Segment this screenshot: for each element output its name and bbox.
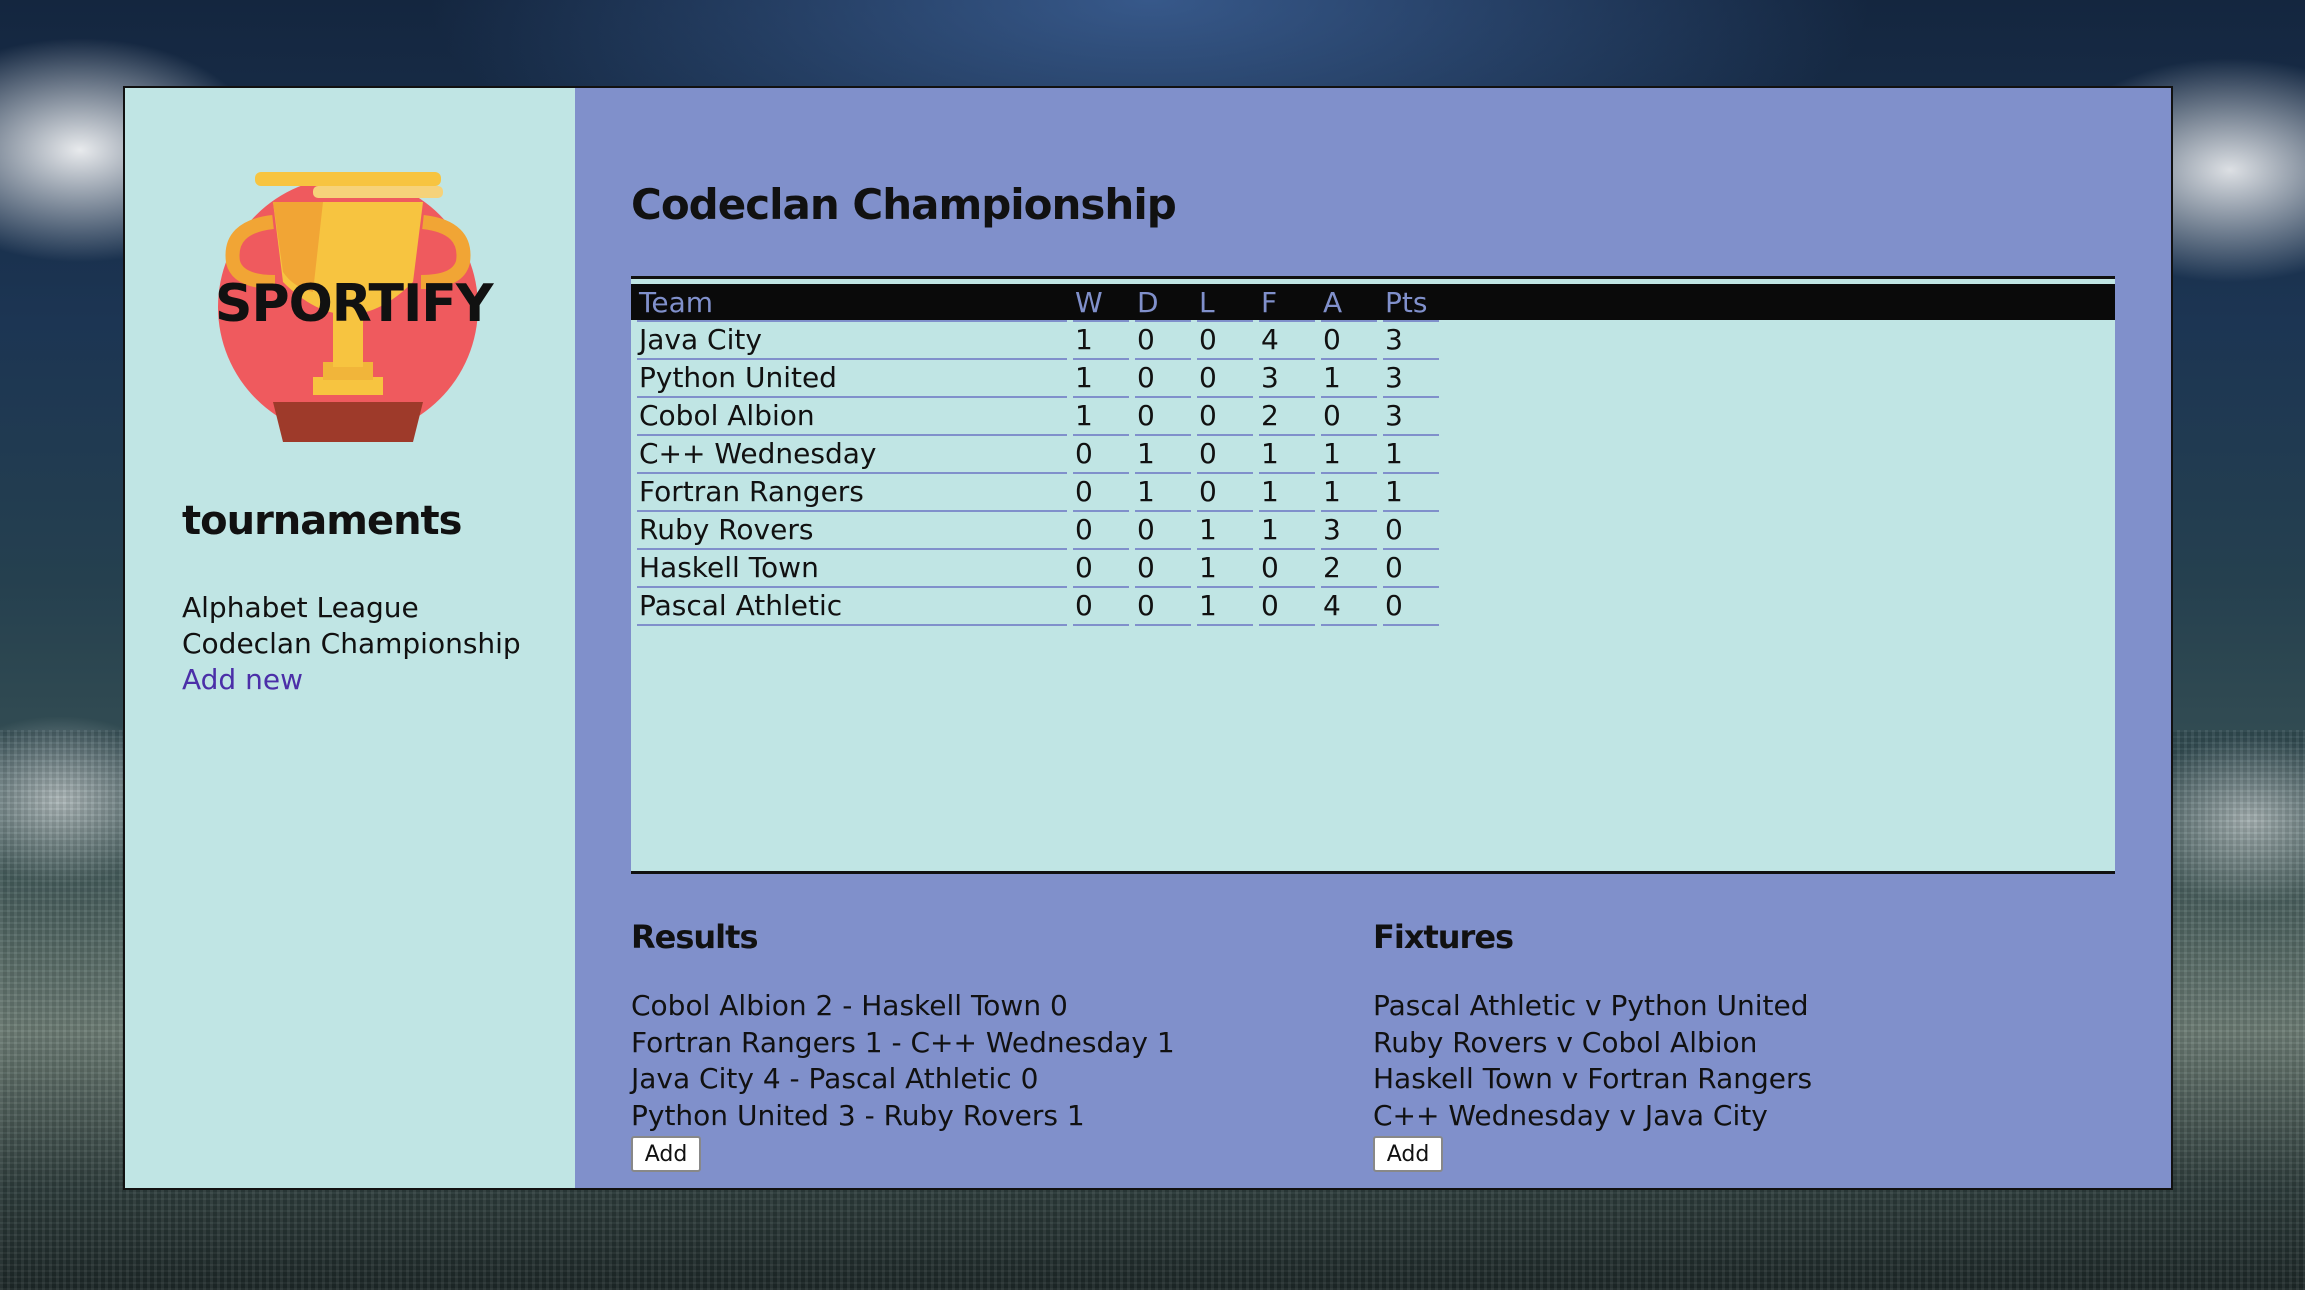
league-table: Team W D L F A Pts Java City 1 0 0 4 0 3… (631, 284, 1445, 626)
wins-cell: 0 (1073, 550, 1129, 588)
points-cell: 3 (1383, 360, 1439, 398)
team-name-cell: Ruby Rovers (637, 512, 1067, 550)
goals-for-cell: 1 (1259, 436, 1315, 474)
column-header-pts: Pts (1383, 284, 1439, 322)
table-row: Pascal Athletic 0 0 1 0 4 0 (637, 588, 1439, 626)
team-name-cell: Cobol Albion (637, 398, 1067, 436)
add-new-tournament-link[interactable]: Add new (182, 662, 521, 698)
draws-cell: 0 (1135, 398, 1191, 436)
goals-against-cell: 1 (1321, 436, 1377, 474)
team-name-cell: Fortran Rangers (637, 474, 1067, 512)
column-header-team: Team (637, 284, 1067, 322)
draws-cell: 0 (1135, 322, 1191, 360)
goals-for-cell: 0 (1259, 550, 1315, 588)
team-name-cell: Haskell Town (637, 550, 1067, 588)
losses-cell: 0 (1197, 322, 1253, 360)
page-title: Codeclan Championship (631, 180, 1177, 229)
goals-against-cell: 0 (1321, 398, 1377, 436)
losses-cell: 0 (1197, 436, 1253, 474)
fixtures-title: Fixtures (1373, 918, 1514, 956)
column-header-w: W (1073, 284, 1129, 322)
main-content: Codeclan Championship Team W D L F A Pts (575, 88, 2171, 1188)
losses-cell: 1 (1197, 588, 1253, 626)
losses-cell: 0 (1197, 360, 1253, 398)
fixture-item: Pascal Athletic v Python United (1373, 989, 1809, 1022)
fixture-item: Ruby Rovers v Cobol Albion (1373, 1025, 1758, 1059)
fixtures-list: Pascal Athletic v Python United Ruby Rov… (1373, 988, 1812, 1134)
add-fixture-button[interactable]: Add (1373, 1136, 1443, 1172)
league-table-panel: Team W D L F A Pts Java City 1 0 0 4 0 3… (631, 276, 2115, 874)
points-cell: 3 (1383, 322, 1439, 360)
losses-cell: 1 (1197, 550, 1253, 588)
draws-cell: 0 (1135, 360, 1191, 398)
points-cell: 0 (1383, 588, 1439, 626)
wins-cell: 0 (1073, 436, 1129, 474)
losses-cell: 0 (1197, 474, 1253, 512)
points-cell: 0 (1383, 550, 1439, 588)
points-cell: 0 (1383, 512, 1439, 550)
losses-cell: 1 (1197, 512, 1253, 550)
tournament-list: Alphabet League Codeclan Championship Ad… (182, 590, 521, 698)
goals-against-cell: 2 (1321, 550, 1377, 588)
column-header-f: F (1259, 284, 1315, 322)
wins-cell: 0 (1073, 588, 1129, 626)
result-item: Python United 3 - Ruby Rovers 1 (631, 1098, 1085, 1132)
result-item: Fortran Rangers 1 - C++ Wednesday 1 (631, 1025, 1175, 1059)
column-header-l: L (1197, 284, 1253, 322)
goals-against-cell: 3 (1321, 512, 1377, 550)
wins-cell: 1 (1073, 398, 1129, 436)
fixture-item: Haskell Town v Fortran Rangers (1373, 1062, 1813, 1095)
losses-cell: 0 (1197, 398, 1253, 436)
draws-cell: 1 (1135, 436, 1191, 474)
column-header-d: D (1135, 284, 1191, 322)
draws-cell: 0 (1135, 512, 1191, 550)
result-item: Java City 4 - Pascal Athletic 0 (631, 1062, 1039, 1095)
goals-against-cell: 1 (1321, 360, 1377, 398)
tournaments-heading: tournaments (182, 498, 462, 544)
table-row: Cobol Albion 1 0 0 2 0 3 (637, 398, 1439, 436)
table-row: Python United 1 0 0 3 1 3 (637, 360, 1439, 398)
sidebar: SPORTIFY tournaments Alphabet League Cod… (125, 88, 575, 1188)
wins-cell: 1 (1073, 360, 1129, 398)
goals-against-cell: 1 (1321, 474, 1377, 512)
goals-for-cell: 4 (1259, 322, 1315, 360)
table-row: Java City 1 0 0 4 0 3 (637, 322, 1439, 360)
team-name-cell: Python United (637, 360, 1067, 398)
team-name-cell: C++ Wednesday (637, 436, 1067, 474)
goals-for-cell: 0 (1259, 588, 1315, 626)
results-title: Results (631, 918, 758, 956)
logo-text: SPORTIFY (215, 274, 493, 334)
goals-for-cell: 2 (1259, 398, 1315, 436)
table-row: Fortran Rangers 0 1 0 1 1 1 (637, 474, 1439, 512)
table-header-row: Team W D L F A Pts (637, 284, 1439, 322)
table-row: C++ Wednesday 0 1 0 1 1 1 (637, 436, 1439, 474)
results-list: Cobol Albion 2 - Haskell Town 0 Fortran … (631, 988, 1175, 1134)
wins-cell: 1 (1073, 322, 1129, 360)
table-row: Ruby Rovers 0 0 1 1 3 0 (637, 512, 1439, 550)
draws-cell: 0 (1135, 588, 1191, 626)
table-row: Haskell Town 0 0 1 0 2 0 (637, 550, 1439, 588)
tournament-link-alphabet-league[interactable]: Alphabet League (182, 590, 521, 626)
draws-cell: 1 (1135, 474, 1191, 512)
draws-cell: 0 (1135, 550, 1191, 588)
goals-against-cell: 4 (1321, 588, 1377, 626)
team-name-cell: Java City (637, 322, 1067, 360)
points-cell: 1 (1383, 436, 1439, 474)
fixture-item: C++ Wednesday v Java City (1373, 1098, 1768, 1132)
goals-for-cell: 3 (1259, 360, 1315, 398)
goals-for-cell: 1 (1259, 512, 1315, 550)
points-cell: 1 (1383, 474, 1439, 512)
goals-against-cell: 0 (1321, 322, 1377, 360)
result-item: Cobol Albion 2 - Haskell Town 0 (631, 989, 1068, 1022)
app-window: SPORTIFY tournaments Alphabet League Cod… (123, 86, 2173, 1190)
wins-cell: 0 (1073, 474, 1129, 512)
wins-cell: 0 (1073, 512, 1129, 550)
team-name-cell: Pascal Athletic (637, 588, 1067, 626)
points-cell: 3 (1383, 398, 1439, 436)
goals-for-cell: 1 (1259, 474, 1315, 512)
column-header-a: A (1321, 284, 1377, 322)
tournament-link-codeclan-championship[interactable]: Codeclan Championship (182, 626, 521, 662)
add-result-button[interactable]: Add (631, 1136, 701, 1172)
